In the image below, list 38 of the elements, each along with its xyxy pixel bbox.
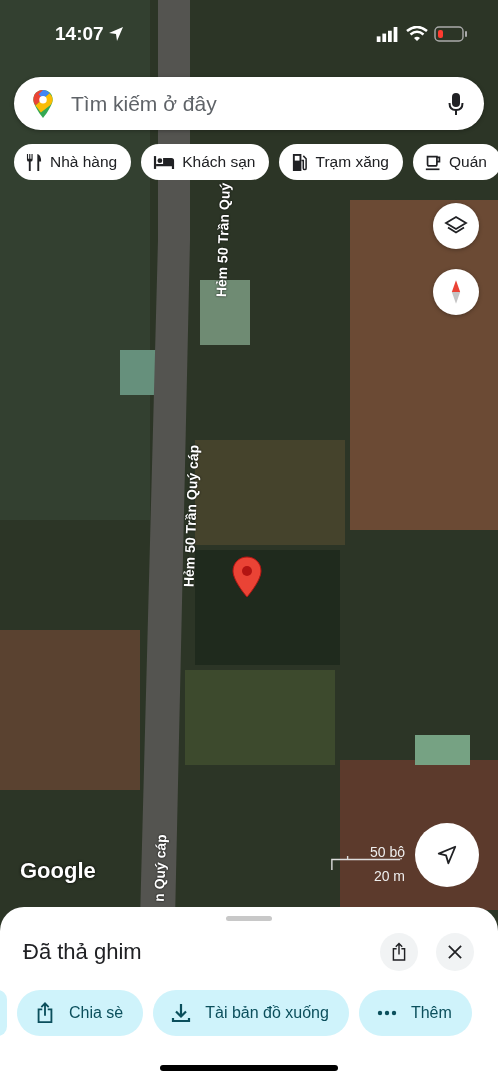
category-chip[interactable]: Nhà hàng bbox=[14, 144, 132, 180]
download-icon bbox=[171, 1002, 192, 1024]
sheet-title: Đã thả ghim bbox=[23, 939, 143, 965]
category-chip[interactable]: Trạm xăng bbox=[279, 144, 403, 180]
street-name-label: Hẻm 50 Trần Quý cáp bbox=[179, 443, 203, 590]
navigation-arrow-icon bbox=[436, 844, 458, 866]
share-button[interactable] bbox=[380, 933, 418, 971]
category-chip[interactable]: Quán bbox=[413, 144, 498, 180]
action-chip[interactable]: Tài bản đồ xuống bbox=[153, 990, 349, 1036]
search-bar[interactable]: Tìm kiếm ở đây bbox=[14, 77, 484, 130]
fuel-pump-icon bbox=[291, 152, 309, 172]
bed-icon bbox=[153, 154, 176, 170]
more-dots-icon bbox=[376, 1010, 397, 1016]
compass-needle-icon bbox=[451, 279, 461, 305]
action-chip[interactable]: Chia sè bbox=[17, 990, 144, 1036]
location-arrow-icon bbox=[107, 26, 124, 42]
wifi-icon bbox=[406, 26, 428, 42]
close-icon bbox=[448, 945, 462, 959]
map-pin-logo-icon bbox=[32, 88, 54, 119]
battery-icon bbox=[434, 26, 468, 42]
scale-imperial-label: 50 bộ bbox=[369, 844, 405, 860]
search-field[interactable]: Tìm kiếm ở đây bbox=[69, 90, 448, 117]
category-chip[interactable]: Khách sạn bbox=[141, 144, 270, 180]
share-icon bbox=[35, 1002, 55, 1024]
street-name-label: Hẻm 50 Trần Quý bbox=[212, 181, 234, 300]
status-time: 14:07 bbox=[55, 23, 104, 45]
drag-handle[interactable] bbox=[226, 916, 272, 921]
signal-icon bbox=[376, 26, 400, 42]
close-button[interactable] bbox=[436, 933, 474, 971]
scale-metric-label: 20 m bbox=[373, 868, 405, 884]
street-name-label: n Quý cáp bbox=[150, 832, 170, 905]
map-pin-icon bbox=[232, 556, 262, 598]
building-roof bbox=[415, 735, 470, 765]
action-chip[interactable]: Thêm bbox=[358, 990, 472, 1036]
microphone-icon[interactable] bbox=[448, 91, 464, 116]
share-icon bbox=[391, 942, 407, 962]
google-attribution: Google bbox=[20, 858, 96, 884]
fork-knife-icon bbox=[26, 152, 43, 172]
